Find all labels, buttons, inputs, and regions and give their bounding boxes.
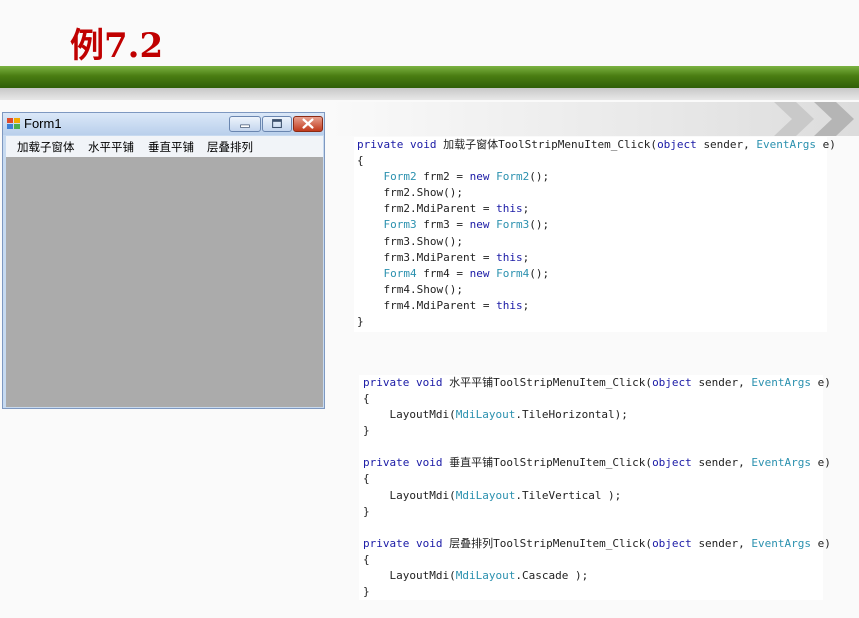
mdi-client-area [6,157,323,407]
code-line: Form3 frm3 = new Form3(); [383,218,550,232]
chevron-right-icon [774,102,814,136]
minimize-button[interactable] [229,116,261,132]
code-line: LayoutMdi(MdiLayout.Cascade ); [389,568,589,582]
code-line: private void 水平平铺ToolStripMenuItem_Click… [363,376,831,389]
code-line: { [363,392,370,406]
code-line: } [363,424,370,438]
window-titlebar[interactable]: Form1 [3,113,324,135]
slide-title: 例7.2 [70,26,164,66]
code-line: } [363,585,370,599]
menu-item-tile-horizontal[interactable]: 水平平铺 [88,139,134,155]
menu-item-cascade[interactable]: 层叠排列 [207,139,253,155]
code-line: private void 层叠排列ToolStripMenuItem_Click… [363,536,831,550]
code-line: { [363,472,370,486]
menu-item-tile-vertical[interactable]: 垂直平铺 [148,139,194,155]
code-line: private void 加载子窗体ToolStripMenuItem_Clic… [357,138,836,151]
close-button[interactable] [293,116,323,132]
code-line: frm2.MdiParent = this; [383,202,530,216]
menu-item-load-child[interactable]: 加载子窗体 [17,139,75,155]
form-menubar: 加载子窗体 水平平铺 垂直平铺 层叠排列 [6,136,323,157]
code-line: frm3.Show(); [383,234,463,248]
code-line: private void 垂直平铺ToolStripMenuItem_Click… [363,456,831,470]
code-line: LayoutMdi(MdiLayout.TileHorizontal); [389,408,628,422]
code-line: { [357,154,364,168]
header-band [0,66,859,88]
code-line: frm4.MdiParent = this; [383,298,530,312]
code-line: Form4 frm4 = new Form4(); [383,266,550,280]
code-line: frm4.Show(); [383,282,463,296]
chevron-right-icon [814,102,854,136]
code-line: } [363,504,370,518]
code-line: LayoutMdi(MdiLayout.TileVertical ); [389,488,622,502]
close-icon [302,118,314,129]
code-line: frm3.MdiParent = this; [383,250,530,264]
code-line: } [357,315,364,329]
code-block-load-child: private void 加载子窗体ToolStripMenuItem_Clic… [354,137,836,332]
maximize-button[interactable] [262,116,292,132]
form-app-icon [7,118,20,129]
code-line: frm2.Show(); [383,186,463,200]
code-line: Form2 frm2 = new Form2(); [383,170,550,184]
code-block-layout-methods: private void 水平平铺ToolStripMenuItem_Click… [359,375,831,600]
minimize-icon [240,124,250,128]
header-shadow [0,88,859,100]
form1-window: Form1 加载子窗体 水平平铺 垂直平铺 层叠排列 [2,112,325,409]
window-title: Form1 [24,116,62,131]
code-line: { [363,552,370,566]
maximize-icon [272,119,282,129]
